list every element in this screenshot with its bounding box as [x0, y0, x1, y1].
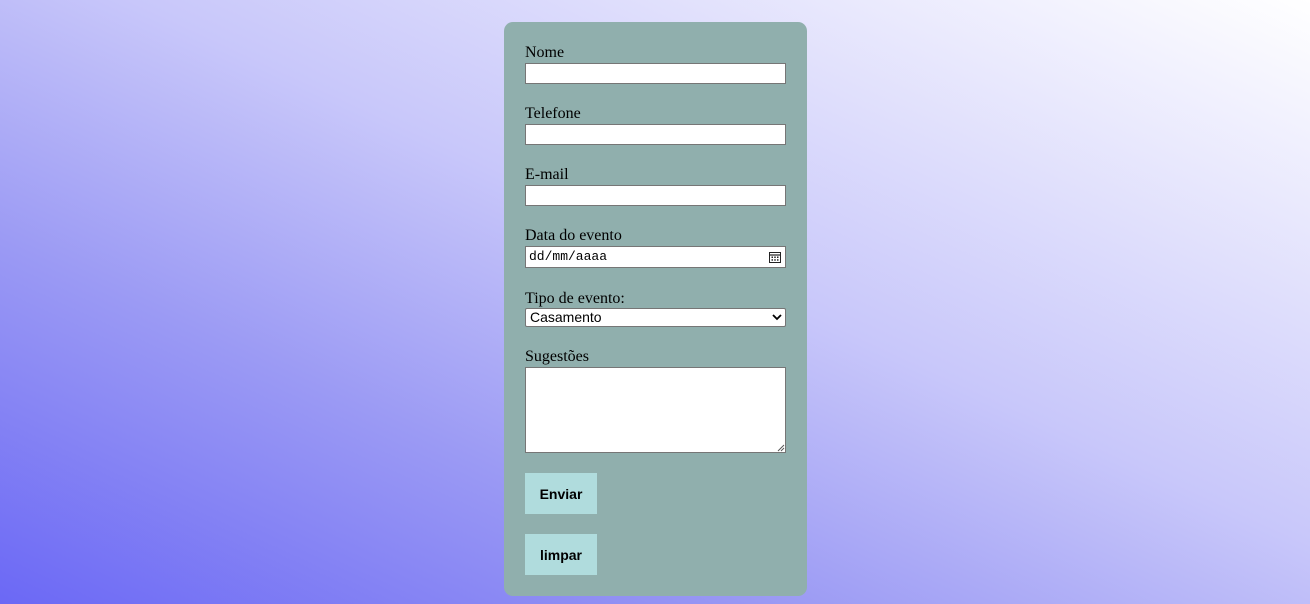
tipo-evento-selected-value: Casamento — [530, 309, 602, 325]
sugestoes-textarea[interactable] — [525, 367, 786, 453]
sugestoes-label: Sugestões — [525, 348, 589, 365]
resize-handle-icon[interactable] — [777, 444, 785, 452]
nome-input[interactable] — [525, 63, 786, 84]
sugestoes-wrapper — [525, 367, 786, 453]
enviar-button[interactable]: Enviar — [525, 473, 597, 514]
data-evento-input[interactable]: dd/mm/aaaa — [525, 246, 786, 268]
telefone-label: Telefone — [525, 105, 581, 122]
calendar-icon[interactable] — [769, 251, 781, 263]
data-evento-label: Data do evento — [525, 227, 622, 244]
tipo-evento-label: Tipo de evento: — [525, 290, 625, 307]
telefone-input[interactable] — [525, 124, 786, 145]
nome-label: Nome — [525, 44, 565, 61]
chevron-down-icon — [772, 314, 782, 321]
email-label: E-mail — [525, 166, 569, 183]
event-form-card: Nome Telefone E-mail Data do evento dd/m… — [504, 22, 807, 596]
date-placeholder-text: dd/mm/aaaa — [529, 249, 608, 264]
tipo-evento-select[interactable]: Casamento — [525, 308, 786, 327]
limpar-button[interactable]: limpar — [525, 534, 597, 575]
email-input[interactable] — [525, 185, 786, 206]
